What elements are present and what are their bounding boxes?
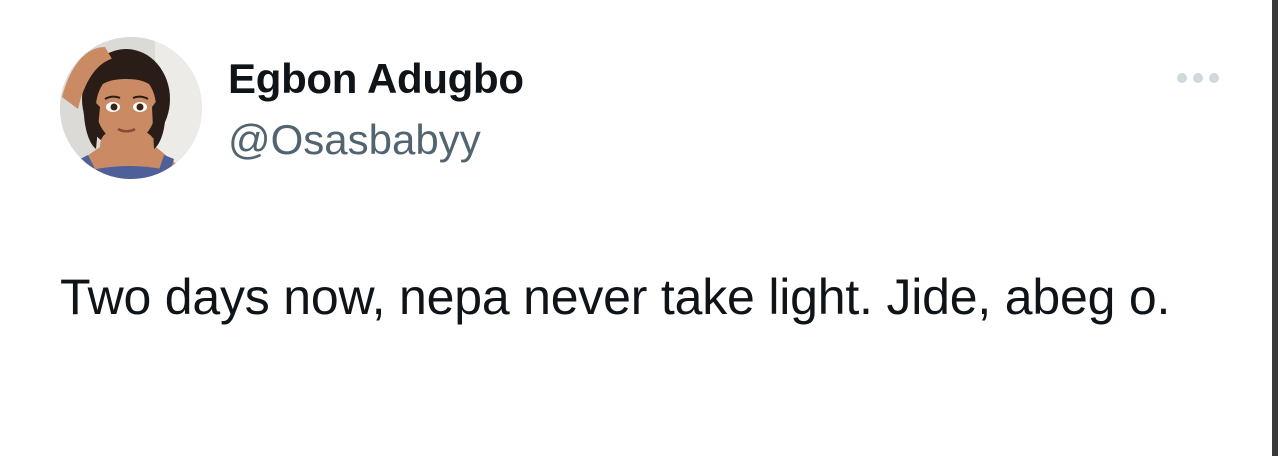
more-options-button[interactable]: [1168, 60, 1228, 96]
display-name[interactable]: Egbon Adugbo: [228, 54, 524, 104]
tweet-card: Egbon Adugbo @Osasbabyy Two days now, ne…: [0, 0, 1284, 456]
tweet-text: Two days now, nepa never take light. Jid…: [60, 269, 1171, 325]
user-handle[interactable]: @Osasbabyy: [228, 115, 481, 165]
more-dots-icon: [1177, 73, 1219, 83]
scrollbar[interactable]: [1272, 0, 1278, 456]
avatar[interactable]: [60, 37, 202, 179]
avatar-image: [60, 37, 202, 179]
